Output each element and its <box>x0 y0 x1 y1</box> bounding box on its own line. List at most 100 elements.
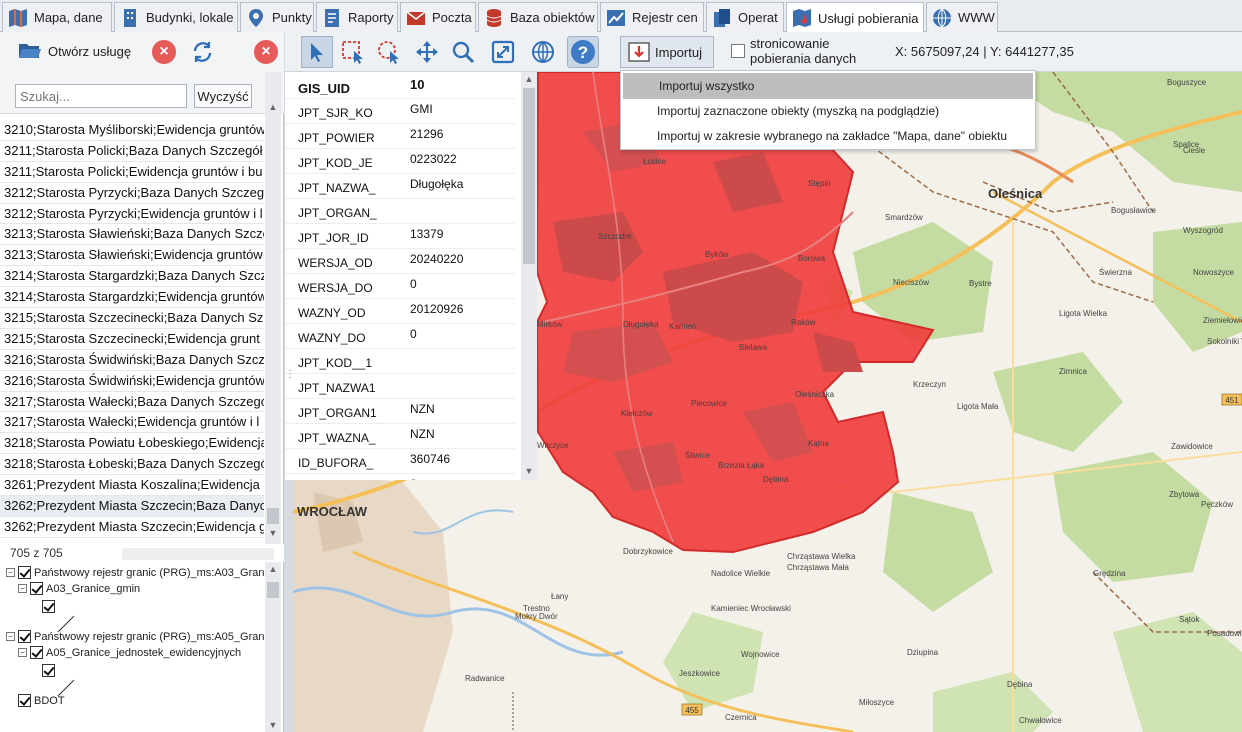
attribute-row[interactable]: WAZNY_OD 20120926 <box>285 299 515 324</box>
layer-checkbox[interactable] <box>42 664 55 677</box>
layer-prg-a05[interactable]: − Państwowy rejestr granic (PRG)_ms:A05_… <box>6 630 272 643</box>
service-list-item[interactable]: 3216;Starosta Świdwiński;Ewidencja grunt… <box>0 371 264 392</box>
service-list-item[interactable]: 3211;Starosta Policki;Ewidencja gruntów … <box>0 162 264 183</box>
open-service-button[interactable]: Otwórz usługę <box>18 40 131 62</box>
layer-prg-a03[interactable]: − Państwowy rejestr granic (PRG)_ms:A03_… <box>6 566 272 579</box>
attribute-row[interactable]: GIS_UID 10 <box>285 74 515 99</box>
layer-checkbox[interactable] <box>30 582 43 595</box>
layer-checkbox[interactable] <box>18 694 31 707</box>
menu-import-selected[interactable]: Importuj zaznaczone obiekty (myszką na p… <box>621 98 1035 124</box>
service-list-item[interactable]: 3217;Starosta Wałecki;Baza Danych Szczeg… <box>0 392 264 413</box>
tab-object-database[interactable]: Baza obiektów <box>478 2 598 32</box>
scroll-thumb[interactable] <box>267 582 279 598</box>
service-list-scrollbar[interactable]: ▲ ▼ <box>265 72 281 544</box>
scroll-up-icon[interactable]: ▲ <box>265 102 281 112</box>
import-button[interactable]: Importuj <box>620 36 714 68</box>
tab-operat[interactable]: Operat <box>706 2 784 32</box>
layer-a03-style[interactable] <box>42 600 58 613</box>
attribute-row[interactable]: WAZNY_DO 0 <box>285 324 515 349</box>
service-list-item[interactable]: 3213;Starosta Sławieński;Baza Danych Szc… <box>0 224 264 246</box>
tab-download-services[interactable]: Usługi pobierania <box>786 2 924 33</box>
collapse-icon[interactable]: − <box>6 632 15 641</box>
zoom-tool[interactable] <box>447 36 479 68</box>
service-list-item[interactable]: 3214;Starosta Stargardzki;Ewidencja grun… <box>0 287 264 309</box>
scroll-thumb[interactable] <box>523 88 535 264</box>
scroll-down-icon[interactable]: ▼ <box>265 528 281 538</box>
service-list-item[interactable]: 3213;Starosta Sławieński;Ewidencja grunt… <box>0 245 264 267</box>
service-list-item[interactable]: 3211;Starosta Policki;Baza Danych Szczeg… <box>0 141 264 162</box>
attribute-row[interactable]: JPT_WAZNA_ NZN <box>285 424 515 449</box>
paging-checkbox[interactable] <box>731 44 745 58</box>
attribute-row[interactable]: JPT_JOR_ID 13379 <box>285 224 515 249</box>
scroll-down-icon[interactable]: ▼ <box>265 720 281 730</box>
splitter-grip[interactable]: ⋮ <box>285 370 295 388</box>
tab-reports[interactable]: Raporty <box>316 2 398 32</box>
layer-a05-jednostki[interactable]: − A05_Granice_jednostek_ewidencyjnych <box>18 646 241 659</box>
service-list-item[interactable]: 3262;Prezydent Miasta Szczecin;Ewidencja… <box>0 517 264 538</box>
refresh-search-icon[interactable] <box>190 39 216 65</box>
menu-import-all[interactable]: Importuj wszystko <box>623 73 1033 99</box>
attribute-row[interactable]: JPT_SJR_KO GMI <box>285 99 515 124</box>
attribute-row[interactable]: JPT_NAZWA1 <box>285 374 515 399</box>
scroll-down-icon[interactable]: ▼ <box>521 466 537 476</box>
select-tool[interactable] <box>301 36 333 68</box>
zoom-extent-tool[interactable] <box>487 36 519 68</box>
search-row: Wyczyść <box>0 72 284 114</box>
attribute-row[interactable]: 0 <box>285 474 515 480</box>
scroll-up-icon[interactable]: ▲ <box>265 564 281 574</box>
attribute-scrollbar[interactable]: ▲ ▼ <box>521 72 537 480</box>
service-list-item[interactable]: 3261;Prezydent Miasta Koszalina;Ewidencj… <box>0 475 264 497</box>
collapse-icon[interactable]: − <box>18 584 27 593</box>
attribute-row[interactable]: JPT_POWIER 21296 <box>285 124 515 149</box>
clear-button[interactable]: Wyczyść <box>194 84 252 108</box>
circle-select-tool[interactable] <box>373 36 405 68</box>
layer-checkbox[interactable] <box>18 630 31 643</box>
service-list-item[interactable]: 3212;Starosta Pyrzycki;Baza Danych Szcze… <box>0 183 264 204</box>
service-list-item[interactable]: 3218;Starosta Powiatu Łobeskiego;Ewidenc… <box>0 433 264 455</box>
tab-www[interactable]: WWW <box>926 2 998 32</box>
scroll-up-icon[interactable]: ▲ <box>521 74 537 84</box>
attribute-row[interactable]: JPT_NAZWA_ Długołęka <box>285 174 515 199</box>
service-list-item[interactable]: 3217;Starosta Wałecki;Ewidencja gruntów … <box>0 412 264 434</box>
rectangle-select-tool[interactable] <box>337 36 369 68</box>
layer-a03-gminy[interactable]: − A03_Granice_gmin <box>18 582 140 595</box>
tab-mail[interactable]: Poczta <box>400 2 476 32</box>
tab-buildings[interactable]: Budynki, lokale <box>114 2 238 32</box>
close-service-button[interactable]: × <box>152 40 176 64</box>
service-list-item[interactable]: 3216;Starosta Świdwiński;Baza Danych Szc… <box>0 350 264 371</box>
attribute-row[interactable]: JPT_KOD_JE 0223022 <box>285 149 515 174</box>
attribute-row[interactable]: WERSJA_DO 0 <box>285 274 515 299</box>
search-input[interactable] <box>15 84 187 108</box>
attribute-row[interactable]: JPT_ORGAN1 NZN <box>285 399 515 424</box>
horizontal-scrollbar[interactable] <box>122 548 274 560</box>
tab-price-register[interactable]: Rejestr cen <box>600 2 704 32</box>
layer-checkbox[interactable] <box>42 600 55 613</box>
service-list-item[interactable]: 3212;Starosta Pyrzycki;Ewidencja gruntów… <box>0 204 264 225</box>
remove-button[interactable]: × <box>254 40 278 64</box>
scroll-thumb[interactable] <box>267 508 279 524</box>
service-list-item[interactable]: 3218;Starosta Łobeski;Baza Danych Szczeg… <box>0 454 264 476</box>
attribute-row[interactable]: JPT_ORGAN_ <box>285 199 515 224</box>
layer-bdot[interactable]: BDOT <box>18 694 65 707</box>
menu-import-extent[interactable]: Importuj w zakresie wybranego na zakładc… <box>621 123 1035 149</box>
svg-text:451: 451 <box>1225 396 1239 405</box>
attribute-row[interactable]: JPT_KOD__1 <box>285 349 515 374</box>
attribute-row[interactable]: WERSJA_OD 20240220 <box>285 249 515 274</box>
layer-checkbox[interactable] <box>30 646 43 659</box>
tab-map-data[interactable]: Mapa, dane <box>2 2 112 32</box>
attribute-row[interactable]: ID_BUFORA_ 360746 <box>285 449 515 474</box>
service-list-item[interactable]: 3215;Starosta Szczecinecki;Ewidencja gru… <box>0 329 264 350</box>
layer-a05-style[interactable] <box>42 664 58 677</box>
service-list-item[interactable]: 3215;Starosta Szczecinecki;Baza Danych S… <box>0 308 264 329</box>
service-list-item[interactable]: 3262;Prezydent Miasta Szczecin;Baza Dany… <box>0 496 264 517</box>
collapse-icon[interactable]: − <box>18 648 27 657</box>
pan-tool[interactable] <box>411 36 443 68</box>
collapse-icon[interactable]: − <box>6 568 15 577</box>
layer-checkbox[interactable] <box>18 566 31 579</box>
web-map-tool[interactable] <box>527 36 559 68</box>
service-list-item[interactable]: 3210;Starosta Myśliborski;Ewidencja grun… <box>0 120 264 141</box>
tab-points[interactable]: Punkty <box>240 2 314 32</box>
help-button[interactable]: ? <box>567 36 599 68</box>
layer-tree-scrollbar[interactable]: ▲ ▼ <box>265 562 281 732</box>
service-list-item[interactable]: 3214;Starosta Stargardzki;Baza Danych Sz… <box>0 266 264 288</box>
